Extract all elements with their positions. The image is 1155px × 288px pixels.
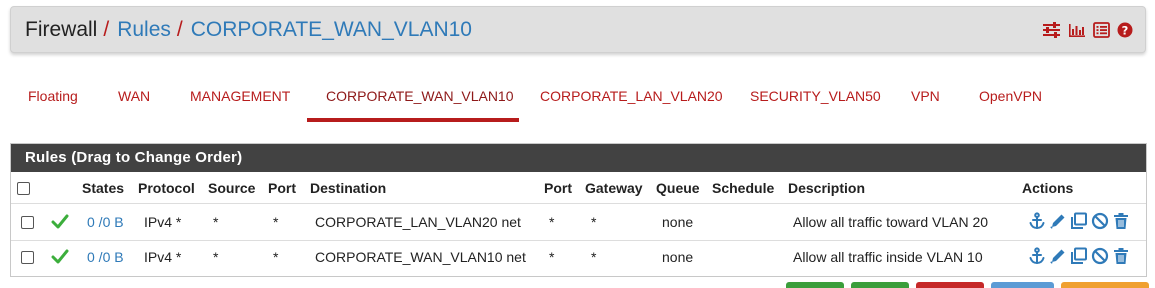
breadcrumb: Firewall / Rules / CORPORATE_WAN_VLAN10 bbox=[25, 18, 472, 42]
pass-check-icon[interactable] bbox=[51, 249, 69, 269]
col-source: Source bbox=[208, 180, 256, 196]
col-states: States bbox=[82, 180, 125, 196]
port-cell: * bbox=[273, 214, 279, 230]
gateway-cell: * bbox=[591, 249, 597, 265]
active-tab-indicator bbox=[307, 118, 519, 122]
queue-cell: none bbox=[662, 214, 694, 230]
breadcrumb-separator: / bbox=[103, 18, 110, 41]
edit-pencil-icon[interactable] bbox=[1049, 212, 1067, 230]
col-schedule: Schedule bbox=[712, 180, 775, 196]
description-cell: Allow all traffic toward VLAN 20 bbox=[793, 214, 989, 230]
row-actions bbox=[1028, 247, 1130, 265]
svg-text:?: ? bbox=[1122, 23, 1129, 37]
row-select-checkbox[interactable] bbox=[21, 216, 34, 229]
copy-icon[interactable] bbox=[1070, 247, 1088, 265]
col-queue: Queue bbox=[656, 180, 700, 196]
add-rule-bottom-button[interactable] bbox=[851, 282, 909, 288]
states-link[interactable]: 0 /0 B bbox=[87, 214, 124, 230]
tab-corporate-lan-vlan20[interactable]: CORPORATE_LAN_VLAN20 bbox=[540, 72, 723, 120]
sliders-icon[interactable] bbox=[1042, 22, 1061, 38]
pass-check-icon[interactable] bbox=[51, 214, 69, 234]
list-icon[interactable] bbox=[1093, 22, 1110, 38]
col-gateway: Gateway bbox=[585, 180, 643, 196]
protocol-cell: IPv4 * bbox=[144, 249, 182, 265]
destination-cell: CORPORATE_LAN_VLAN20 net bbox=[315, 214, 521, 230]
bar-chart-icon[interactable] bbox=[1068, 22, 1086, 38]
col-port: Port bbox=[268, 180, 296, 196]
source-cell: * bbox=[213, 214, 219, 230]
edit-pencil-icon[interactable] bbox=[1049, 247, 1067, 265]
copy-icon[interactable] bbox=[1070, 212, 1088, 230]
col-actions: Actions bbox=[1022, 180, 1074, 196]
interface-tabs: Floating WAN MANAGEMENT CORPORATE_WAN_VL… bbox=[8, 72, 1148, 124]
states-link[interactable]: 0 /0 B bbox=[87, 249, 124, 265]
delete-trash-icon[interactable] bbox=[1112, 212, 1130, 230]
dest-port-cell: * bbox=[549, 214, 555, 230]
row-select-checkbox[interactable] bbox=[21, 251, 34, 264]
col-dest-port: Port bbox=[544, 180, 572, 196]
delete-trash-icon[interactable] bbox=[1112, 247, 1130, 265]
add-rule-top-button[interactable] bbox=[786, 282, 844, 288]
breadcrumb-current-interface[interactable]: CORPORATE_WAN_VLAN10 bbox=[191, 18, 472, 41]
row-divider bbox=[11, 203, 1146, 204]
tab-security-vlan50[interactable]: SECURITY_VLAN50 bbox=[750, 72, 881, 120]
queue-cell: none bbox=[662, 249, 694, 265]
tab-corporate-wan-vlan10[interactable]: CORPORATE_WAN_VLAN10 bbox=[326, 72, 514, 120]
tab-management[interactable]: MANAGEMENT bbox=[190, 72, 290, 120]
breadcrumb-separator: / bbox=[176, 18, 183, 41]
source-cell: * bbox=[213, 249, 219, 265]
page-header: Firewall / Rules / CORPORATE_WAN_VLAN10 ? bbox=[10, 6, 1146, 53]
col-protocol: Protocol bbox=[138, 180, 195, 196]
gateway-cell: * bbox=[591, 214, 597, 230]
col-description: Description bbox=[788, 180, 866, 196]
anchor-icon[interactable] bbox=[1028, 247, 1046, 265]
dest-port-cell: * bbox=[549, 249, 555, 265]
header-icons: ? bbox=[1042, 22, 1133, 38]
help-icon[interactable]: ? bbox=[1117, 22, 1133, 38]
tab-openvpn[interactable]: OpenVPN bbox=[979, 72, 1042, 120]
separator-button[interactable] bbox=[1061, 282, 1149, 288]
col-destination: Destination bbox=[310, 180, 387, 196]
protocol-cell: IPv4 * bbox=[144, 214, 182, 230]
destination-cell: CORPORATE_WAN_VLAN10 net bbox=[315, 249, 526, 265]
breadcrumb-rules-link[interactable]: Rules bbox=[117, 18, 171, 41]
port-cell: * bbox=[273, 249, 279, 265]
tab-vpn[interactable]: VPN bbox=[911, 72, 940, 120]
description-cell: Allow all traffic inside VLAN 10 bbox=[793, 249, 983, 265]
delete-selected-button[interactable] bbox=[916, 282, 984, 288]
disable-ban-icon[interactable] bbox=[1091, 247, 1109, 265]
select-all-checkbox[interactable] bbox=[17, 182, 30, 195]
save-order-button[interactable] bbox=[991, 282, 1054, 288]
breadcrumb-firewall: Firewall bbox=[25, 18, 98, 41]
row-actions bbox=[1028, 212, 1130, 230]
panel-title: Rules (Drag to Change Order) bbox=[11, 144, 1146, 172]
tab-wan[interactable]: WAN bbox=[118, 72, 150, 120]
row-divider bbox=[11, 240, 1146, 241]
rules-panel: Rules (Drag to Change Order) States Prot… bbox=[10, 143, 1147, 277]
tab-floating[interactable]: Floating bbox=[28, 72, 78, 120]
anchor-icon[interactable] bbox=[1028, 212, 1046, 230]
disable-ban-icon[interactable] bbox=[1091, 212, 1109, 230]
